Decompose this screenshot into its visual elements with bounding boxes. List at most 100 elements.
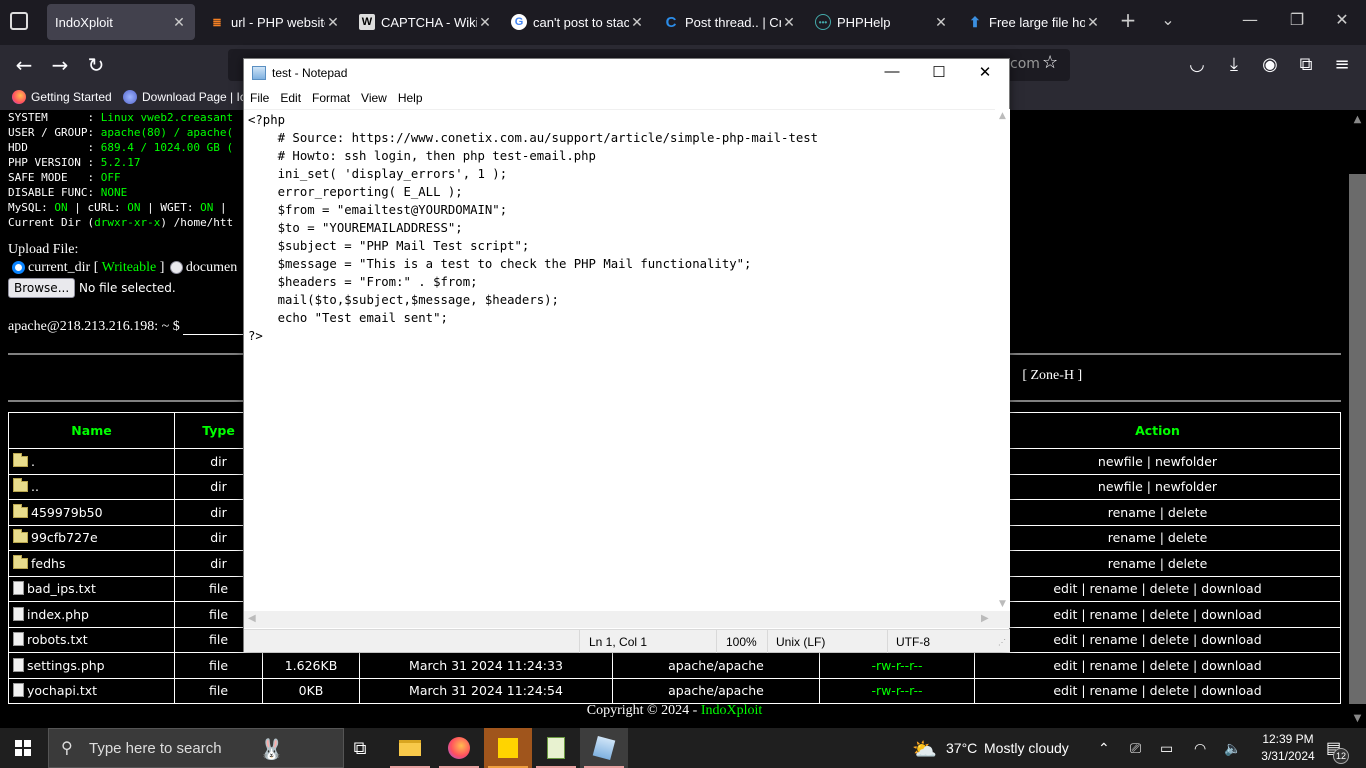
firefox-taskbar-icon[interactable] [435,728,483,768]
weather-cloudy-icon[interactable]: ⛅ [912,737,937,762]
meet-now-icon[interactable]: ⎚ [1130,740,1141,757]
volume-icon[interactable]: 🔈 [1224,740,1241,757]
cell-action[interactable]: edit | rename | delete | download [974,626,1341,653]
file-name-link[interactable]: bad_ips.txt [27,581,96,596]
cell-name[interactable]: bad_ips.txt [8,575,175,602]
scroll-left-arrow-icon[interactable]: ◀ [248,613,256,624]
current-dir-path[interactable]: ) /home/htt [160,216,233,229]
download-icon[interactable]: ⤓ [1222,54,1246,75]
menu-icon[interactable]: ≡ [1330,54,1354,75]
tab-indoxploit[interactable]: IndoXploit ✕ [47,4,195,40]
cell-name[interactable]: 99cfb727e [8,524,175,551]
tool-link-zone-h[interactable]: [ Zone-H ] [1022,368,1082,383]
tab-cant-post-to-stack[interactable]: G can't post to stack ✕ [507,4,649,40]
menu-edit[interactable]: Edit [274,87,306,105]
tab-free-large-file-host[interactable]: ⬆ Free large file host ✕ [963,4,1105,40]
scroll-up-arrow-icon[interactable]: ▲ [1349,114,1366,125]
cell-action[interactable]: newfile | newfolder [974,448,1341,475]
account-icon[interactable]: ◉ [1258,54,1282,75]
file-name-link[interactable]: . [31,454,35,469]
weather-temperature[interactable]: 37°C [946,740,977,756]
restore-button[interactable]: ❐ [1277,10,1317,29]
close-icon[interactable]: ✕ [781,14,797,31]
notepad-text-area[interactable]: <?php # Source: https://www.conetix.com.… [244,109,995,611]
battery-icon[interactable]: ▭ [1160,740,1173,757]
pocket-icon[interactable]: ◡ [1185,54,1209,75]
file-name-link[interactable]: yochapi.txt [27,683,97,698]
scroll-down-arrow-icon[interactable]: ▼ [1349,713,1366,724]
menu-format[interactable]: Format [306,87,355,105]
close-icon[interactable]: ✕ [477,14,493,31]
tab-phphelp[interactable]: ••• PHPHelp ✕ [811,4,953,40]
windows-start-icon[interactable] [15,740,31,756]
back-button[interactable]: ← [12,53,36,77]
cell-permission[interactable]: -rw-r--r-- [819,677,975,704]
cell-name[interactable]: fedhs [8,550,175,577]
extensions-icon[interactable]: ⧉ [1294,54,1318,75]
scrollbar-thumb[interactable] [1349,174,1366,704]
file-explorer-icon[interactable] [386,728,434,768]
notepad-horizontal-scrollbar[interactable]: ◀ ▶ [244,611,1010,628]
list-all-tabs-button[interactable]: ⌄ [1148,10,1188,29]
cell-name[interactable]: index.php [8,601,175,628]
notepad-title-bar[interactable]: test - Notepad — ☐ ✕ [244,59,1009,87]
cell-action[interactable]: edit | rename | delete | download [974,652,1341,679]
radio-document-root[interactable] [169,261,183,275]
forward-button[interactable]: → [48,53,72,77]
file-name-link[interactable]: fedhs [31,556,65,571]
menu-view[interactable]: View [355,87,392,105]
notepad-taskbar-icon[interactable] [580,728,628,768]
cell-action[interactable]: rename | delete [974,550,1341,577]
firefox-view-icon[interactable] [10,12,28,30]
cell-action[interactable]: newfile | newfolder [974,473,1341,500]
clock-date[interactable]: 3/31/2024 [1258,749,1318,763]
clock-time[interactable]: 12:39 PM [1258,732,1318,746]
close-window-button[interactable]: ✕ [1322,10,1362,29]
cell-action[interactable]: edit | rename | delete | download [974,677,1341,704]
scroll-right-arrow-icon[interactable]: ▶ [981,613,989,624]
bookmark-star-icon[interactable]: ☆ [1042,52,1058,73]
notepad-close-button[interactable]: ✕ [962,63,1008,81]
weather-description[interactable]: Mostly cloudy [984,740,1069,756]
tab-post-thread[interactable]: C Post thread.. | Cra ✕ [659,4,801,40]
scroll-down-arrow-icon[interactable]: ▼ [995,599,1010,609]
file-name-link[interactable]: .. [31,479,39,494]
cell-name[interactable]: 459979b50 [8,499,175,526]
close-icon[interactable]: ✕ [629,14,645,31]
menu-file[interactable]: File [244,87,274,105]
minimize-button[interactable]: — [1230,10,1270,29]
notepad-vertical-scrollbar[interactable]: ▲ ▼ [995,109,1010,611]
cell-name[interactable]: robots.txt [8,626,175,653]
file-name-link[interactable]: settings.php [27,658,105,673]
tab-captcha-wikipedia[interactable]: W CAPTCHA - Wikip ✕ [355,4,497,40]
cell-action[interactable]: edit | rename | delete | download [974,575,1341,602]
close-icon[interactable]: ✕ [933,14,949,31]
task-view-icon[interactable]: ⧉ [336,728,384,768]
reload-button[interactable]: ↻ [84,53,108,77]
new-tab-button[interactable]: + [1108,8,1148,32]
notepad-plus-plus-icon[interactable] [532,728,580,768]
tab-url-php-website[interactable]: ≣ url - PHP website ✕ [205,4,345,40]
resize-grip-icon[interactable]: ⋰ [998,638,1006,647]
sticky-notes-icon[interactable] [484,728,532,768]
cell-name[interactable]: .. [8,473,175,500]
wifi-icon[interactable]: ◠ [1194,740,1206,757]
notepad-maximize-button[interactable]: ☐ [916,63,962,81]
taskbar-search-box[interactable]: ⚲ Type here to search 🐰 [48,728,344,768]
close-icon[interactable]: ✕ [325,14,341,31]
page-scrollbar[interactable]: ▲ ▼ [1349,110,1366,728]
scroll-up-arrow-icon[interactable]: ▲ [995,111,1010,121]
cell-action[interactable]: rename | delete [974,499,1341,526]
brand-link[interactable]: IndoXploit [701,703,762,718]
cell-action[interactable]: rename | delete [974,524,1341,551]
file-name-link[interactable]: robots.txt [27,632,88,647]
cell-name[interactable]: yochapi.txt [8,677,175,704]
notepad-minimize-button[interactable]: — [869,63,915,80]
close-icon[interactable]: ✕ [171,14,187,31]
cell-permission[interactable]: -rw-r--r-- [819,652,975,679]
radio-current-dir[interactable] [12,261,25,275]
bookmark-download-page[interactable]: Download Page | Ic [123,90,246,104]
close-icon[interactable]: ✕ [1085,14,1101,31]
browse-button[interactable]: Browse... [8,278,76,298]
file-name-link[interactable]: index.php [27,607,89,622]
